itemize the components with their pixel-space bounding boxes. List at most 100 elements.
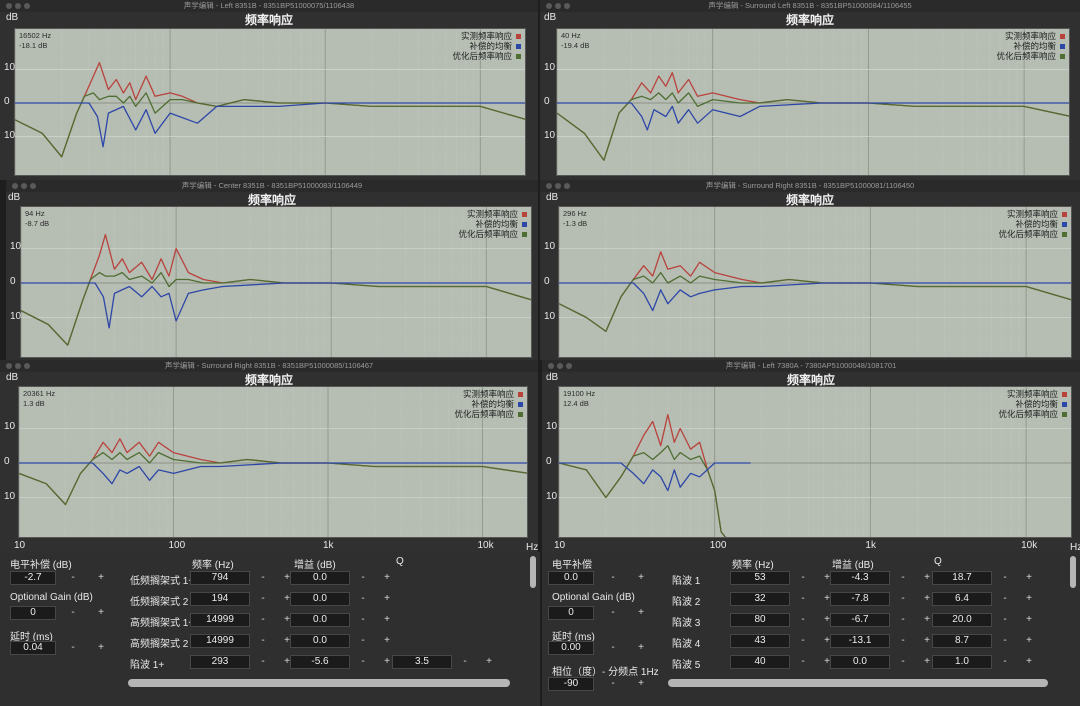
horizontal-scrollbar[interactable] bbox=[128, 679, 510, 687]
q-increment-button[interactable]: + bbox=[482, 656, 496, 668]
gain-decrement-button[interactable]: - bbox=[896, 614, 910, 626]
freq-decrement-button[interactable]: - bbox=[256, 572, 270, 584]
filter-freq-field[interactable]: 14999 bbox=[190, 613, 250, 627]
plot-area[interactable]: 20361 Hz 1.3 dB 实测频率响应 补偿的均衡 优化后频率响应 bbox=[18, 386, 528, 538]
filter-gain-field[interactable]: 0.0 bbox=[830, 655, 890, 669]
filter-gain-field[interactable]: 0.0 bbox=[290, 592, 350, 606]
gain-decrement-button[interactable]: - bbox=[896, 593, 910, 605]
plot-area[interactable]: 296 Hz -1.3 dB 实测频率响应 补偿的均衡 优化后频率响应 bbox=[558, 206, 1072, 358]
gain-increment-button[interactable]: + bbox=[380, 614, 394, 626]
filter-gain-field[interactable]: -7.8 bbox=[830, 592, 890, 606]
plot-area[interactable]: 94 Hz -8.7 dB 实测频率响应 补偿的均衡 优化后频率响应 bbox=[20, 206, 532, 358]
gain-decrement-button[interactable]: - bbox=[356, 593, 370, 605]
phase-field[interactable]: -90 bbox=[548, 677, 594, 691]
filter-freq-field[interactable]: 80 bbox=[730, 613, 790, 627]
gain-increment-button[interactable]: + bbox=[380, 572, 394, 584]
q-decrement-button[interactable]: - bbox=[998, 572, 1012, 584]
gain-decrement-button[interactable]: - bbox=[356, 614, 370, 626]
level-decrement-button[interactable]: - bbox=[606, 572, 620, 584]
level-decrement-button[interactable]: - bbox=[66, 572, 80, 584]
q-increment-button[interactable]: + bbox=[1022, 656, 1036, 668]
filter-q-field[interactable]: 6.4 bbox=[932, 592, 992, 606]
delay-field[interactable]: 0.00 bbox=[548, 641, 594, 655]
freq-decrement-button[interactable]: - bbox=[256, 635, 270, 647]
q-decrement-button[interactable]: - bbox=[998, 656, 1012, 668]
window-controls[interactable] bbox=[6, 3, 33, 9]
q-decrement-button[interactable]: - bbox=[998, 593, 1012, 605]
gain-decrement-button[interactable]: - bbox=[896, 572, 910, 584]
gain-decrement-button[interactable]: - bbox=[606, 607, 620, 619]
plot-area[interactable]: 40 Hz -19.4 dB 实测频率响应 补偿的均衡 优化后频率响应 bbox=[556, 28, 1070, 176]
gain-decrement-button[interactable]: - bbox=[356, 635, 370, 647]
filter-q-field[interactable]: 8.7 bbox=[932, 634, 992, 648]
freq-decrement-button[interactable]: - bbox=[796, 593, 810, 605]
window-controls[interactable] bbox=[548, 363, 575, 369]
delay-field[interactable]: 0.04 bbox=[10, 641, 56, 655]
window-controls[interactable] bbox=[12, 183, 39, 189]
gain-decrement-button[interactable]: - bbox=[896, 635, 910, 647]
delay-increment-button[interactable]: + bbox=[634, 642, 648, 654]
filter-gain-field[interactable]: -4.3 bbox=[830, 571, 890, 585]
q-decrement-button[interactable]: - bbox=[458, 656, 472, 668]
filter-gain-field[interactable]: 0.0 bbox=[290, 613, 350, 627]
window-controls[interactable] bbox=[546, 183, 573, 189]
freq-decrement-button[interactable]: - bbox=[256, 593, 270, 605]
filter-q-field[interactable]: 3.5 bbox=[392, 655, 452, 669]
filter-gain-field[interactable]: -13.1 bbox=[830, 634, 890, 648]
gain-increment-button[interactable]: + bbox=[94, 607, 108, 619]
filter-freq-field[interactable]: 40 bbox=[730, 655, 790, 669]
q-increment-button[interactable]: + bbox=[1022, 572, 1036, 584]
phase-increment-button[interactable]: + bbox=[634, 678, 648, 690]
gain-field[interactable]: 0 bbox=[10, 606, 56, 620]
level-field[interactable]: -2.7 bbox=[10, 571, 56, 585]
q-increment-button[interactable]: + bbox=[1022, 635, 1036, 647]
freq-decrement-button[interactable]: - bbox=[256, 656, 270, 668]
q-decrement-button[interactable]: - bbox=[998, 635, 1012, 647]
filter-freq-field[interactable]: 794 bbox=[190, 571, 250, 585]
filter-freq-field[interactable]: 32 bbox=[730, 592, 790, 606]
level-field[interactable]: 0.0 bbox=[548, 571, 594, 585]
window-controls[interactable] bbox=[6, 363, 33, 369]
level-increment-button[interactable]: + bbox=[634, 572, 648, 584]
delay-decrement-button[interactable]: - bbox=[606, 642, 620, 654]
legend-swatch bbox=[1062, 212, 1067, 218]
delay-decrement-button[interactable]: - bbox=[66, 642, 80, 654]
filter-gain-field[interactable]: 0.0 bbox=[290, 571, 350, 585]
level-increment-button[interactable]: + bbox=[94, 572, 108, 584]
plot-area[interactable]: 19100 Hz 12.4 dB 实测频率响应 补偿的均衡 优化后频率响应 bbox=[558, 386, 1072, 538]
filter-gain-field[interactable]: -6.7 bbox=[830, 613, 890, 627]
freq-decrement-button[interactable]: - bbox=[796, 656, 810, 668]
horizontal-scrollbar[interactable] bbox=[668, 679, 1048, 687]
filter-q-field[interactable]: 1.0 bbox=[932, 655, 992, 669]
filter-freq-field[interactable]: 53 bbox=[730, 571, 790, 585]
gain-decrement-button[interactable]: - bbox=[356, 656, 370, 668]
q-decrement-button[interactable]: - bbox=[998, 614, 1012, 626]
filter-q-field[interactable]: 18.7 bbox=[932, 571, 992, 585]
gain-decrement-button[interactable]: - bbox=[66, 607, 80, 619]
gain-decrement-button[interactable]: - bbox=[896, 656, 910, 668]
filter-freq-field[interactable]: 43 bbox=[730, 634, 790, 648]
freq-decrement-button[interactable]: - bbox=[796, 635, 810, 647]
gain-decrement-button[interactable]: - bbox=[356, 572, 370, 584]
freq-decrement-button[interactable]: - bbox=[796, 614, 810, 626]
gain-increment-button[interactable]: + bbox=[380, 593, 394, 605]
gain-increment-button[interactable]: + bbox=[634, 607, 648, 619]
filter-freq-field[interactable]: 14999 bbox=[190, 634, 250, 648]
freq-decrement-button[interactable]: - bbox=[796, 572, 810, 584]
filter-gain-field[interactable]: -5.6 bbox=[290, 655, 350, 669]
filter-freq-field[interactable]: 293 bbox=[190, 655, 250, 669]
phase-decrement-button[interactable]: - bbox=[606, 678, 620, 690]
gain-field[interactable]: 0 bbox=[548, 606, 594, 620]
gain-increment-button[interactable]: + bbox=[380, 635, 394, 647]
vertical-scrollbar[interactable] bbox=[530, 556, 536, 588]
filter-gain-field[interactable]: 0.0 bbox=[290, 634, 350, 648]
delay-increment-button[interactable]: + bbox=[94, 642, 108, 654]
q-increment-button[interactable]: + bbox=[1022, 614, 1036, 626]
window-controls[interactable] bbox=[546, 3, 573, 9]
plot-area[interactable]: 16502 Hz -18.1 dB 实测频率响应 补偿的均衡 优化后频率响应 bbox=[14, 28, 526, 176]
filter-freq-field[interactable]: 194 bbox=[190, 592, 250, 606]
freq-decrement-button[interactable]: - bbox=[256, 614, 270, 626]
q-increment-button[interactable]: + bbox=[1022, 593, 1036, 605]
vertical-scrollbar[interactable] bbox=[1070, 556, 1076, 588]
filter-q-field[interactable]: 20.0 bbox=[932, 613, 992, 627]
